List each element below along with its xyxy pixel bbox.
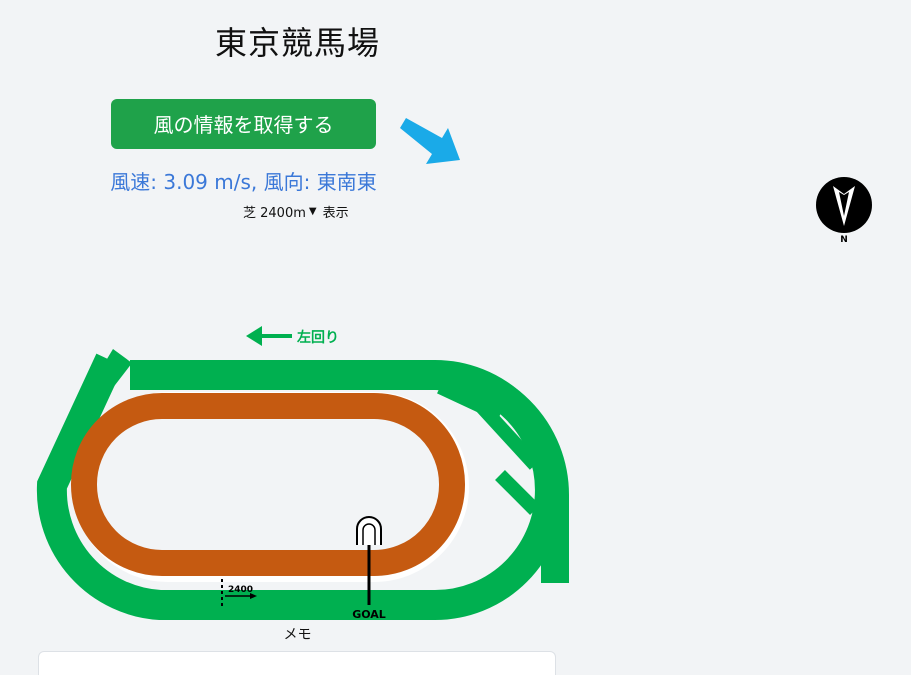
compass-icon: N bbox=[816, 177, 872, 245]
goal-post-inner bbox=[362, 523, 376, 545]
course-select[interactable]: 芝 2400m ▼ bbox=[243, 202, 317, 221]
course-controls: 芝 2400m ▼ 表示 bbox=[243, 200, 349, 222]
dirt-course bbox=[71, 393, 465, 576]
wind-info-text: 風速: 3.09 m/s, 風向: 東南東 bbox=[110, 170, 377, 194]
direction-label: 左回り bbox=[296, 329, 339, 346]
fetch-wind-button[interactable]: 風の情報を取得する bbox=[111, 99, 376, 149]
wind-arrow-shape bbox=[400, 118, 460, 164]
page-title: 東京競馬場 bbox=[214, 24, 380, 62]
memo-label: メモ bbox=[283, 627, 312, 643]
goal-label: GOAL bbox=[352, 608, 386, 621]
direction-indicator: 左回り bbox=[246, 326, 339, 346]
compass-north-label: N bbox=[840, 235, 848, 245]
memo-input[interactable] bbox=[38, 651, 556, 675]
course-select-value: 芝 2400m bbox=[243, 205, 306, 221]
racecourse-map: 左回り 2400 GOAL bbox=[36, 326, 569, 621]
direction-arrow-head bbox=[246, 326, 262, 346]
turf-chute-3 bbox=[495, 470, 540, 515]
distance-marker-label: 2400 bbox=[228, 585, 253, 595]
chevron-down-icon: ▼ bbox=[308, 205, 317, 217]
page: 東京競馬場 風の情報を取得する 風速: 3.09 m/s, 風向: 東南東 芝 … bbox=[0, 0, 911, 675]
wind-direction-arrow-icon bbox=[400, 118, 460, 164]
show-button[interactable]: 表示 bbox=[323, 202, 349, 221]
